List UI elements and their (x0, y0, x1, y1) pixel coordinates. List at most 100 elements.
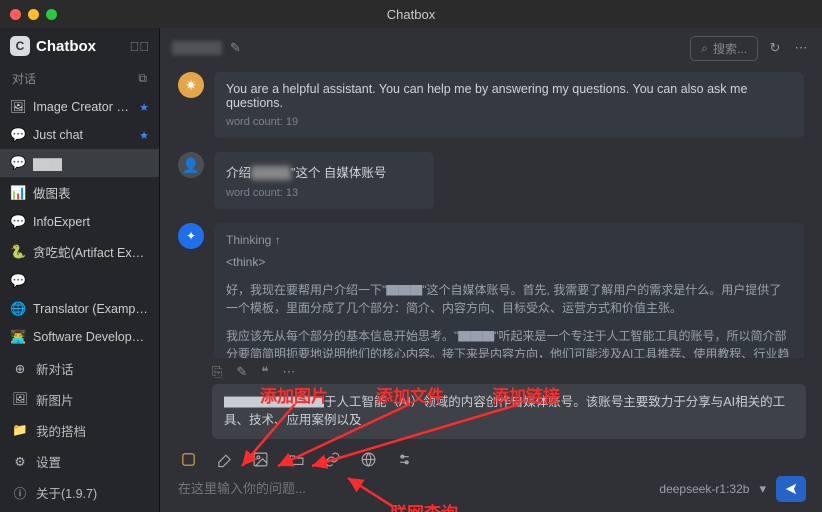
add-image-icon[interactable] (250, 449, 270, 469)
app-logo: C (10, 36, 30, 56)
bubble-assistant: Thinking ↑ <think> 好，我现在要帮用户介绍一下"▇▇▇"这个自… (214, 223, 804, 358)
sidebar-section-label: 对话 ⧉ (0, 64, 159, 93)
conv-label: Translator (Example) (33, 302, 149, 316)
search-placeholder: 搜索... (713, 40, 747, 57)
sidebar-conversation[interactable]: 🖼 Image Creator (E... ★ (0, 93, 159, 121)
conv-icon: 🐍 (10, 244, 26, 260)
sidebar-footer-item[interactable]: ⓘ 关于(1.9.7) (10, 477, 149, 508)
more-actions-icon[interactable]: ⋯ (282, 364, 295, 380)
reply-preview: ▇▇▇▇▇▇▇▇于人工智能（AI）领域的内容创作自媒体账号。该账号主要致力于分享… (212, 384, 806, 440)
app-name: Chatbox (36, 38, 124, 55)
chat-scroll: ✷ You are a helpful assistant. You can h… (160, 68, 822, 358)
conv-icon: 🖼 (10, 99, 26, 115)
system-text: You are a helpful assistant. You can hel… (226, 82, 792, 110)
conv-icon: 💬 (10, 273, 26, 289)
sidebar-conversation[interactable]: 💬 Just chat ★ (0, 121, 159, 149)
composer-input-row: deepseek-r1:32b ▾ (176, 475, 806, 502)
footer-icon: 📁 (12, 423, 28, 438)
model-dropdown-icon[interactable]: ▾ (759, 481, 766, 497)
conversation-list: 🖼 Image Creator (E... ★ 💬 Just chat ★ 💬 ▇▇▇ 📊 做图表… (0, 93, 159, 347)
conv-icon: 💬 (10, 214, 26, 230)
search-icon: ⌕ (701, 41, 708, 56)
close-icon[interactable] (10, 9, 21, 20)
sidebar: C Chatbox �⃞ 对话 ⧉ 🖼Image Creator (E...★💬… (0, 28, 160, 512)
thinking-header[interactable]: Thinking ↑ (226, 233, 792, 247)
message-system: ✷ You are a helpful assistant. You can h… (178, 72, 804, 138)
add-link-icon[interactable] (322, 449, 342, 469)
star-icon: ★ (139, 129, 149, 142)
conv-label: ▇▇▇ (33, 156, 149, 171)
composer-icon-row (176, 445, 806, 471)
bubble-user: 介绍xxx"这个 自媒体账号 word count: 13 (214, 152, 434, 209)
edit-icon[interactable]: ✎ (236, 364, 247, 380)
collapse-sidebar-icon[interactable]: �⃞ (130, 39, 150, 54)
conv-label: 做图表 (33, 183, 149, 202)
sidebar-footer: ⊕ 新对话 🖼 新图片 📁 我的搭档 ⚙ 设置 ⓘ 关于(1.9.7) (0, 347, 159, 512)
sidebar-conversation[interactable]: 💬 InfoExpert (0, 208, 159, 236)
sidebar-header: C Chatbox �⃞ (0, 28, 159, 64)
message-actions: ⎘ ✎ ❝ ⋯ (176, 364, 806, 384)
avatar-assistant: ✦ (178, 223, 204, 249)
sidebar-conversation[interactable]: 💬 ▇▇▇ (0, 149, 159, 177)
footer-label: 关于(1.9.7) (36, 483, 97, 502)
prompt-library-icon[interactable] (178, 449, 198, 469)
send-button[interactable] (776, 476, 806, 502)
composer-area: ⎘ ✎ ❝ ⋯ ▇▇▇▇▇▇▇▇于人工智能（AI）领域的内容创作自媒体账号。该账… (160, 358, 822, 512)
quote-icon[interactable]: ❝ (261, 364, 268, 380)
history-icon[interactable]: ↻ (766, 40, 784, 56)
footer-label: 设置 (36, 452, 61, 471)
conv-icon: 🌐 (10, 301, 26, 317)
conv-label: Just chat (33, 128, 132, 142)
message-user: 👤 介绍xxx"这个 自媒体账号 word count: 13 (178, 152, 804, 209)
add-file-icon[interactable] (286, 449, 306, 469)
maximize-icon[interactable] (46, 9, 57, 20)
footer-icon: ⚙ (12, 454, 28, 469)
window-title: Chatbox (387, 7, 435, 22)
more-icon[interactable]: ⋯ (792, 40, 810, 56)
message-assistant: ✦ Thinking ↑ <think> 好，我现在要帮用户介绍一下"▇▇▇"这… (178, 223, 804, 358)
new-conv-small-icon[interactable]: ⧉ (138, 71, 147, 86)
content-pane: ✎ ⌕ 搜索... ↻ ⋯ ✷ You are a helpful assist… (160, 28, 822, 512)
topbar: ✎ ⌕ 搜索... ↻ ⋯ (160, 28, 822, 68)
sidebar-footer-item[interactable]: 📁 我的搭档 (10, 415, 149, 446)
footer-label: 新对话 (36, 359, 74, 378)
eraser-icon[interactable] (214, 449, 234, 469)
sidebar-footer-item[interactable]: 🖼 新图片 (10, 384, 149, 415)
web-search-icon[interactable] (358, 449, 378, 469)
minimize-icon[interactable] (28, 9, 39, 20)
settings-toggle-icon[interactable] (394, 449, 414, 469)
chat-title-redacted (172, 41, 222, 55)
footer-icon: ⓘ (12, 483, 28, 502)
user-text: 介绍xxx"这个 自媒体账号 (226, 162, 422, 181)
avatar-user: 👤 (178, 152, 204, 178)
sidebar-footer-item[interactable]: ⚙ 设置 (10, 446, 149, 477)
conv-icon: 💬 (10, 127, 26, 143)
sidebar-conversation[interactable]: 📊 做图表 (0, 177, 159, 208)
sidebar-footer-item[interactable]: ⊕ 新对话 (10, 353, 149, 384)
conv-label: 贪吃蛇(Artifact Example) (33, 242, 149, 261)
sidebar-conversation[interactable]: 👨‍💻Software Developer (E... (0, 323, 159, 347)
user-wordcount: word count: 13 (226, 187, 422, 199)
edit-title-icon[interactable]: ✎ (230, 40, 241, 56)
titlebar: Chatbox (0, 0, 822, 28)
avatar-system: ✷ (178, 72, 204, 98)
star-icon: ★ (139, 101, 149, 114)
footer-label: 我的搭档 (36, 421, 86, 440)
conv-label: Image Creator (E... (33, 100, 132, 114)
system-wordcount: word count: 19 (226, 116, 792, 128)
search-box[interactable]: ⌕ 搜索... (690, 36, 758, 61)
sidebar-conversation[interactable]: 💬 (0, 267, 159, 295)
footer-label: 新图片 (36, 390, 74, 409)
conv-icon: 💬 (10, 155, 26, 171)
conv-icon: 📊 (10, 185, 26, 201)
model-label[interactable]: deepseek-r1:32b (659, 482, 749, 496)
copy-icon[interactable]: ⎘ (212, 364, 222, 380)
footer-icon: 🖼 (12, 392, 28, 407)
conv-label: Software Developer (E... (33, 330, 149, 344)
message-input[interactable] (176, 475, 649, 502)
sidebar-conversation[interactable]: 🌐 Translator (Example) (0, 295, 159, 323)
thinking-body: <think> 好，我现在要帮用户介绍一下"▇▇▇"这个自媒体账号。首先, 我需… (226, 253, 792, 358)
footer-icon: ⊕ (12, 361, 28, 376)
conv-label: InfoExpert (33, 215, 149, 229)
sidebar-conversation[interactable]: 🐍 贪吃蛇(Artifact Example) (0, 236, 159, 267)
